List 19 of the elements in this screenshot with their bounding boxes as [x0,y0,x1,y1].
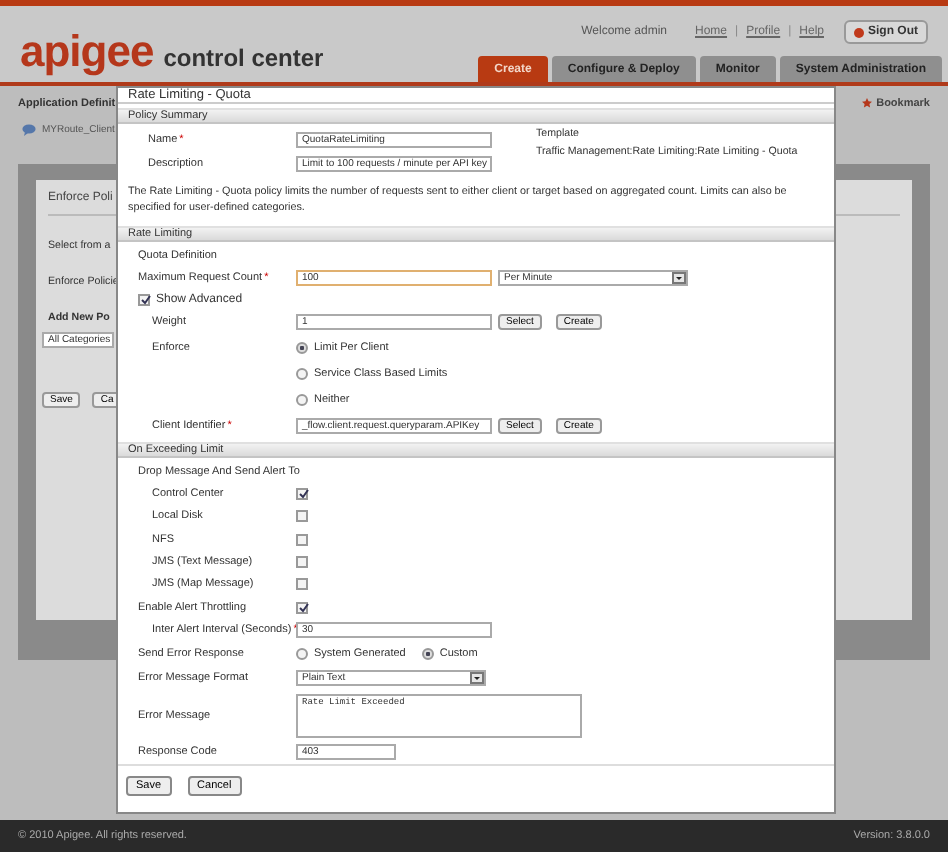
checkbox[interactable] [296,578,308,591]
speech-bubble-icon [22,124,36,136]
checkbox[interactable] [296,601,308,614]
logo-brand: apigee [20,26,154,78]
product-name: control center [163,44,324,72]
checkbox[interactable] [296,556,308,569]
power-icon [854,27,864,37]
checkbox[interactable] [138,294,150,306]
checkbox[interactable] [296,488,308,501]
radio-button[interactable] [421,648,434,661]
star-icon [862,98,873,108]
checkbox[interactable] [296,510,308,523]
radio-button[interactable] [296,393,308,405]
radio-button[interactable] [296,341,308,353]
dropdown-caret-icon [470,672,484,685]
dropdown-caret-icon [672,271,686,284]
radio-button[interactable] [296,648,308,661]
radio-button[interactable] [296,367,308,379]
checkbox[interactable] [296,533,308,546]
